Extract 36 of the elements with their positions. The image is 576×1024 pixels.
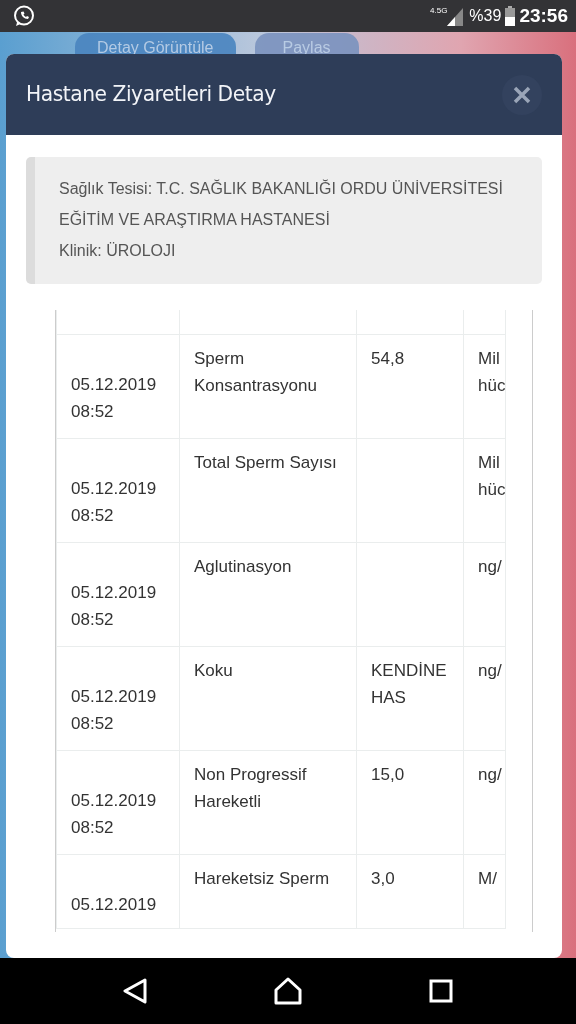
table-cell: 54,8 — [356, 334, 464, 438]
table-cell: Sperm Konsantrasyonu — [179, 334, 357, 438]
clock: 23:56 — [519, 3, 568, 28]
table-cell: KENDİNE HAS — [356, 646, 464, 750]
network-type: 4.5G — [430, 5, 448, 17]
battery-icon — [505, 6, 516, 26]
table-cell: 15,0 — [356, 750, 464, 854]
modal-title: Hastane Ziyaretleri Detay — [26, 81, 276, 108]
table-cell: Mil hüc — [463, 438, 506, 542]
table-cell: Koku — [179, 646, 357, 750]
table-cell: 3,0 — [356, 854, 464, 928]
info-text: Sağlık Tesisi: T.C. SAĞLIK BAKANLIĞI ORDU ÜNİVERSİTESİ EĞİTİM VE ARAŞTIRMA HASTANESİ — [59, 178, 504, 230]
table-cell: M/ — [463, 854, 506, 928]
recent-apps-icon[interactable] — [428, 979, 453, 1003]
table-cell: ng/ — [463, 646, 506, 750]
table-cell: 05.12.2019 08:52 — [56, 334, 180, 438]
close-button[interactable] — [502, 74, 542, 115]
table-cell: ng/ — [463, 750, 506, 854]
table-cell: 05.12.2019 08:52 — [56, 438, 180, 542]
close-icon — [513, 85, 531, 104]
table-cell: Hareketsiz Sperm — [179, 854, 357, 928]
table-cell: Aglutinasyon — [179, 542, 357, 646]
whatsapp-icon — [12, 4, 36, 28]
table-cell: 05.12.2019 08:52 — [56, 646, 180, 750]
battery-percent: %39 — [469, 6, 502, 26]
table-cell: Total Sperm Sayısı — [179, 438, 357, 542]
table-cell: ng/ — [463, 542, 506, 646]
home-icon[interactable] — [274, 977, 302, 1005]
table-cell: Mil hüc — [463, 334, 506, 438]
signal-icon — [447, 6, 464, 26]
info-text: Klinik: ÜROLOJI — [59, 241, 177, 261]
table-cell: 05.12.2019 — [56, 854, 180, 928]
table-cell: 05.12.2019 08:52 — [56, 542, 180, 646]
table-cell: Non Progressif Hareketli — [179, 750, 357, 854]
table-cell: 05.12.2019 08:52 — [56, 750, 180, 854]
back-icon[interactable] — [123, 978, 148, 1004]
